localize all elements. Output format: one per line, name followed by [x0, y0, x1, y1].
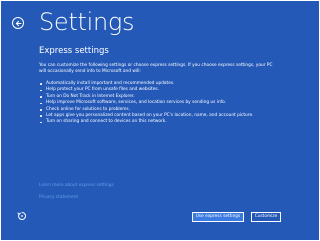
ease-of-access-icon [17, 211, 26, 220]
oobe-settings-screen: Settings Express settings You can custom… [1, 1, 319, 240]
page-title: Settings [39, 8, 135, 36]
privacy-statement-link[interactable]: Privacy statement [39, 195, 78, 201]
section-title: Express settings [39, 46, 109, 56]
ease-of-access-button[interactable] [17, 211, 27, 221]
use-express-settings-button[interactable]: Use express settings [192, 212, 244, 222]
back-button[interactable] [12, 17, 24, 29]
list-item: Turn on sharing and connect to devices o… [39, 119, 289, 125]
learn-more-link[interactable]: Learn more about express settings [39, 183, 114, 189]
customize-button[interactable]: Customize [251, 212, 281, 222]
intro-text: You can customize the following settings… [39, 63, 273, 74]
express-settings-list: Automatically install important and reco… [39, 81, 289, 126]
back-arrow-icon [15, 20, 22, 26]
